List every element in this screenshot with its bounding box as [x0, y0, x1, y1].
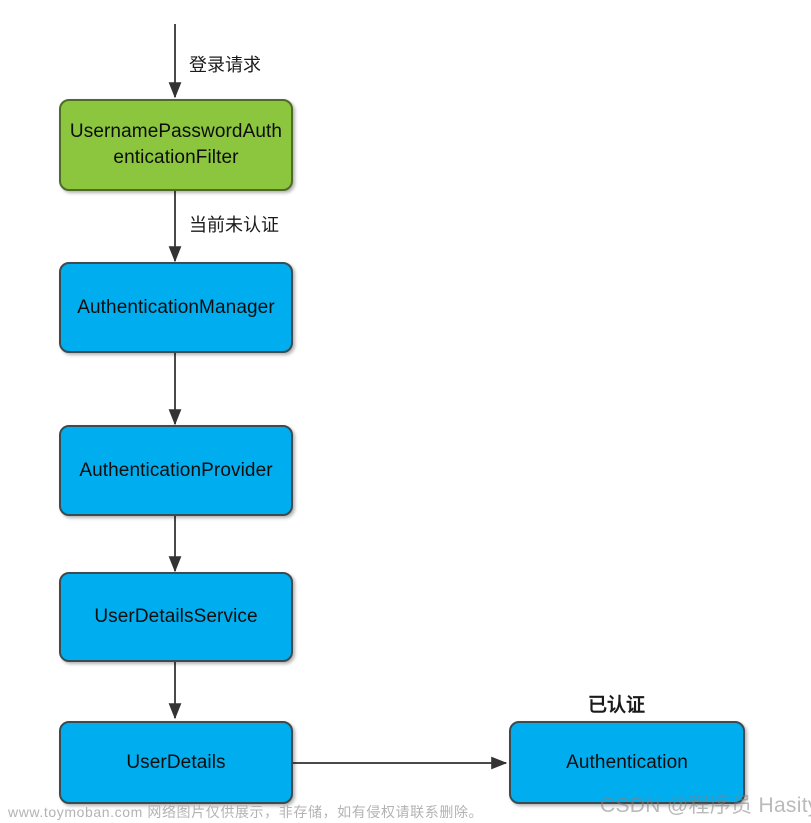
node-label: UserDetails — [126, 751, 226, 773]
watermark-toymoban: www.toymoban.com 网络图片仅供展示，非存储，如有侵权请联系删除。 — [8, 804, 484, 820]
node-user-details[interactable]: UserDetails — [59, 721, 293, 804]
node-label: AuthenticationProvider — [79, 459, 273, 481]
edge-label-login-request: 登录请求 — [189, 55, 261, 75]
edge-label-authenticated: 已认证 — [588, 695, 646, 716]
diagram-canvas: 登录请求 当前未认证 已认证 UsernamePasswordAuth enti… — [0, 0, 811, 823]
watermark-csdn: CSDN @程序员 Hasity — [600, 794, 811, 817]
node-authentication-manager[interactable]: AuthenticationManager — [59, 262, 293, 353]
node-label: AuthenticationManager — [77, 296, 275, 318]
node-user-details-service[interactable]: UserDetailsService — [59, 572, 293, 662]
node-label: UserDetailsService — [94, 606, 258, 628]
node-label: Authentication — [566, 751, 688, 773]
node-authentication-provider[interactable]: AuthenticationProvider — [59, 425, 293, 516]
edge-label-not-authenticated: 当前未认证 — [189, 215, 279, 235]
node-username-password-authentication-filter[interactable]: UsernamePasswordAuth enticationFilter — [59, 99, 293, 191]
node-label: UsernamePasswordAuth enticationFilter — [69, 121, 283, 168]
